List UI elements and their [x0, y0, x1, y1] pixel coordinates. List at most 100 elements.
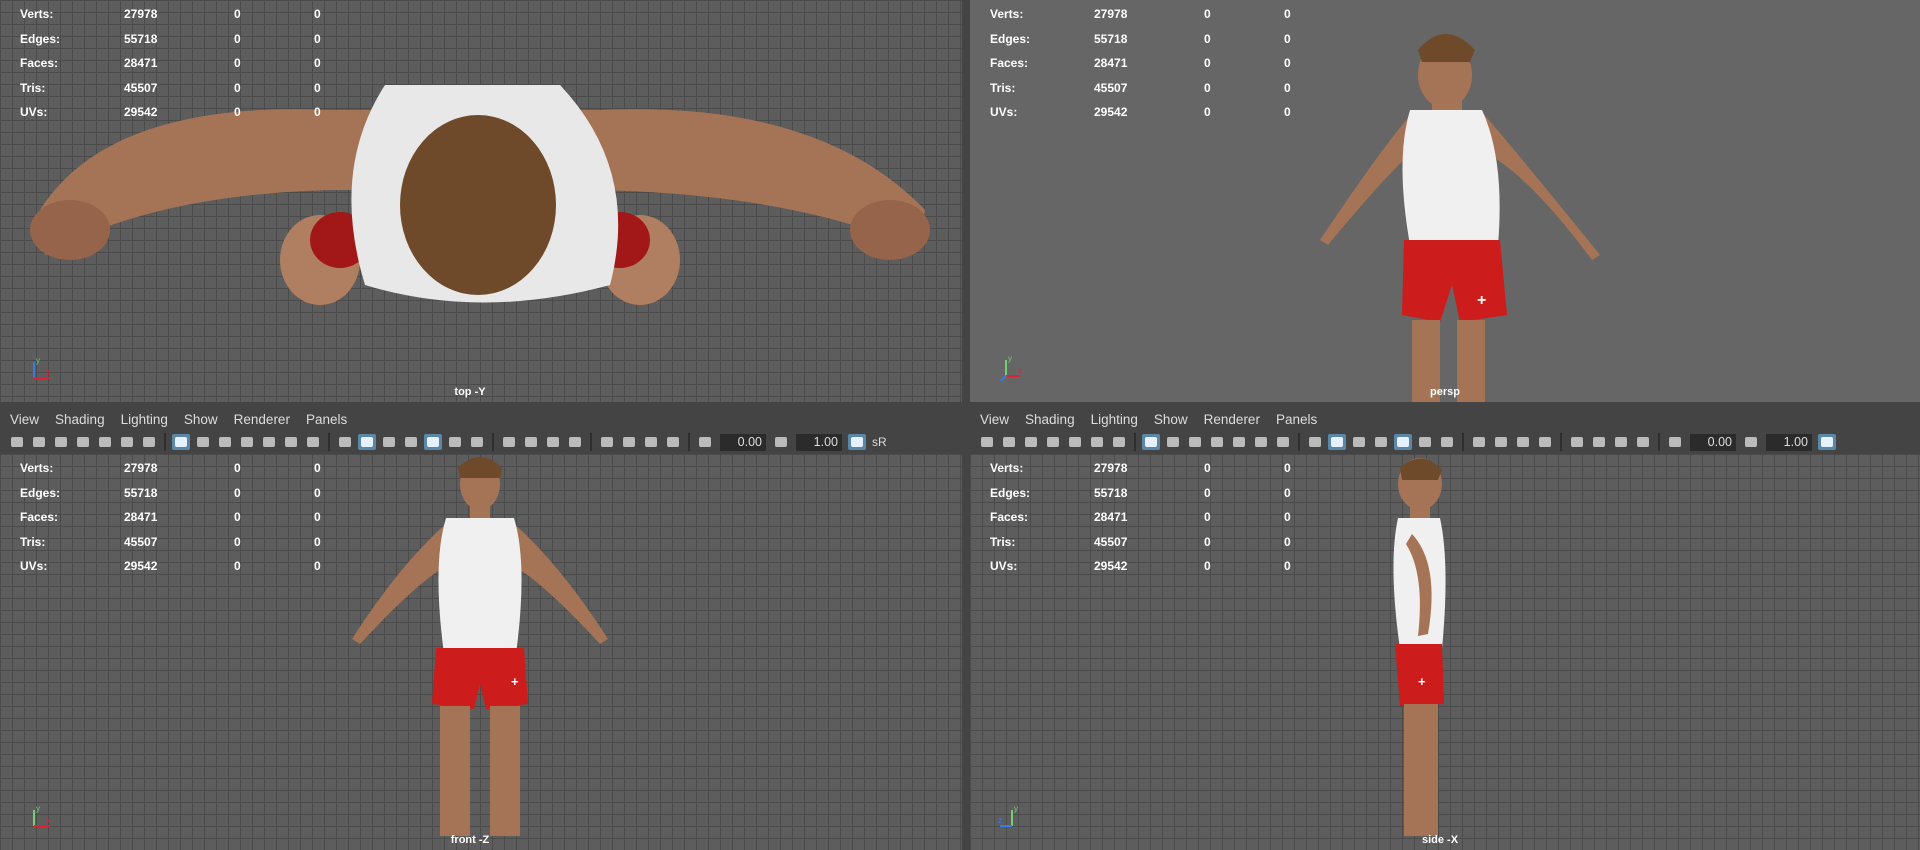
- film-gate-icon[interactable]: [194, 434, 212, 450]
- gamma-icon[interactable]: [772, 434, 790, 450]
- xray-joints-icon[interactable]: [642, 434, 660, 450]
- camera-icon[interactable]: [978, 434, 996, 450]
- viewport-persp[interactable]: + Verts: 27978 0 0 Edges: 55718 0 0 Faces: 2847…: [970, 0, 1920, 402]
- xray-icon[interactable]: [1590, 434, 1608, 450]
- xray-active-icon[interactable]: [664, 434, 682, 450]
- screen-space-ao-icon[interactable]: [1470, 434, 1488, 450]
- color-management-icon[interactable]: [1818, 434, 1836, 450]
- gamma-field[interactable]: 1.00: [796, 433, 842, 451]
- viewport-panel-side[interactable]: View Shading Lighting Show Renderer Pane…: [970, 408, 1920, 850]
- smooth-shade-icon[interactable]: [1328, 434, 1346, 450]
- safe-action-icon[interactable]: [1252, 434, 1270, 450]
- isolate-select-icon[interactable]: [598, 434, 616, 450]
- panel-menu-bar: View Shading Lighting Show Renderer Pane…: [970, 408, 1920, 430]
- exposure-icon[interactable]: [696, 434, 714, 450]
- axis-gizmo-icon: yx: [999, 354, 1022, 382]
- menu-lighting[interactable]: Lighting: [1091, 412, 1138, 427]
- viewport-panel-top[interactable]: Verts: 27978 0 0 Edges: 55718 0 0 Faces: 28471 0…: [0, 0, 962, 402]
- light-icon[interactable]: [446, 434, 464, 450]
- camera-attr-icon[interactable]: [52, 434, 70, 450]
- viewport-side[interactable]: + Verts: 27978 0 0 Edges: 55718 0 0 Faces: 2847…: [970, 454, 1920, 850]
- shadows-icon[interactable]: [468, 434, 486, 450]
- bookmark-icon[interactable]: [1044, 434, 1062, 450]
- svg-text:y: y: [1008, 354, 1012, 363]
- viewport-panel-front[interactable]: View Shading Lighting Show Renderer Pane…: [0, 408, 962, 850]
- menu-show[interactable]: Show: [184, 412, 218, 427]
- view-transform-label[interactable]: sR: [872, 435, 887, 449]
- bookmark-icon[interactable]: [74, 434, 92, 450]
- smooth-shade-icon[interactable]: [358, 434, 376, 450]
- anti-alias-icon[interactable]: [1514, 434, 1532, 450]
- menu-panels[interactable]: Panels: [306, 412, 347, 427]
- menu-panels[interactable]: Panels: [1276, 412, 1317, 427]
- xray-joints-icon[interactable]: [1612, 434, 1630, 450]
- viewport-front[interactable]: + Verts: 27978 0 0 Edges: 55718 0 0 Faces: 2847…: [0, 454, 962, 850]
- xray-icon[interactable]: [620, 434, 638, 450]
- camera-attr-icon[interactable]: [1022, 434, 1040, 450]
- camera-lock-icon[interactable]: [30, 434, 48, 450]
- menu-lighting[interactable]: Lighting: [121, 412, 168, 427]
- depth-of-field-icon[interactable]: [1536, 434, 1554, 450]
- exposure-icon[interactable]: [1666, 434, 1684, 450]
- 2d-pan-zoom-icon[interactable]: [1088, 434, 1106, 450]
- light-icon[interactable]: [1416, 434, 1434, 450]
- image-plane-icon[interactable]: [96, 434, 114, 450]
- grid-icon[interactable]: [1142, 434, 1160, 450]
- menu-renderer[interactable]: Renderer: [1204, 412, 1260, 427]
- wireframe-icon[interactable]: [336, 434, 354, 450]
- menu-view[interactable]: View: [980, 412, 1009, 427]
- textured-icon[interactable]: [1394, 434, 1412, 450]
- motion-blur-icon[interactable]: [522, 434, 540, 450]
- menu-shading[interactable]: Shading: [55, 412, 105, 427]
- gate-mask-icon[interactable]: [238, 434, 256, 450]
- hud-zero: 0: [1284, 559, 1291, 573]
- grease-pencil-icon[interactable]: [140, 434, 158, 450]
- menu-renderer[interactable]: Renderer: [234, 412, 290, 427]
- safe-title-icon[interactable]: [304, 434, 322, 450]
- shadows-icon[interactable]: [1438, 434, 1456, 450]
- isolate-select-icon[interactable]: [1568, 434, 1586, 450]
- menu-shading[interactable]: Shading: [1025, 412, 1075, 427]
- 2d-pan-zoom-icon[interactable]: [118, 434, 136, 450]
- gate-mask-icon[interactable]: [1208, 434, 1226, 450]
- textured-icon[interactable]: [424, 434, 442, 450]
- wireframe-on-shaded-icon[interactable]: [402, 434, 420, 450]
- pane-divider-vertical[interactable]: [962, 0, 970, 850]
- hud-zero: 0: [234, 56, 241, 70]
- depth-of-field-icon[interactable]: [566, 434, 584, 450]
- gamma-icon[interactable]: [1742, 434, 1760, 450]
- hud-value: 45507: [124, 534, 158, 549]
- default-material-icon[interactable]: [380, 434, 398, 450]
- hud-zero: 0: [1284, 461, 1291, 475]
- safe-action-icon[interactable]: [282, 434, 300, 450]
- menu-show[interactable]: Show: [1154, 412, 1188, 427]
- field-chart-icon[interactable]: [1230, 434, 1248, 450]
- hud-label: Verts:: [990, 7, 1024, 21]
- grease-pencil-icon[interactable]: [1110, 434, 1128, 450]
- viewport-top[interactable]: Verts: 27978 0 0 Edges: 55718 0 0 Faces: 28471 0…: [0, 0, 962, 402]
- exposure-field[interactable]: 0.00: [1690, 433, 1736, 451]
- wireframe-icon[interactable]: [1306, 434, 1324, 450]
- motion-blur-icon[interactable]: [1492, 434, 1510, 450]
- default-material-icon[interactable]: [1350, 434, 1368, 450]
- camera-lock-icon[interactable]: [1000, 434, 1018, 450]
- image-plane-icon[interactable]: [1066, 434, 1084, 450]
- hud-value: 28471: [124, 56, 158, 70]
- camera-icon[interactable]: [8, 434, 26, 450]
- exposure-field[interactable]: 0.00: [720, 433, 766, 451]
- viewport-panel-persp[interactable]: + Verts: 27978 0 0 Edges: 55718 0 0 Faces: 2847…: [970, 0, 1920, 402]
- wireframe-on-shaded-icon[interactable]: [1372, 434, 1390, 450]
- gamma-field[interactable]: 1.00: [1766, 433, 1812, 451]
- safe-title-icon[interactable]: [1274, 434, 1292, 450]
- field-chart-icon[interactable]: [260, 434, 278, 450]
- screen-space-ao-icon[interactable]: [500, 434, 518, 450]
- grid-icon[interactable]: [172, 434, 190, 450]
- resolution-gate-icon[interactable]: [216, 434, 234, 450]
- anti-alias-icon[interactable]: [544, 434, 562, 450]
- resolution-gate-icon[interactable]: [1186, 434, 1204, 450]
- film-gate-icon[interactable]: [1164, 434, 1182, 450]
- color-management-icon[interactable]: [848, 434, 866, 450]
- xray-active-icon[interactable]: [1634, 434, 1652, 450]
- menu-view[interactable]: View: [10, 412, 39, 427]
- hud-value: 45507: [1094, 534, 1128, 549]
